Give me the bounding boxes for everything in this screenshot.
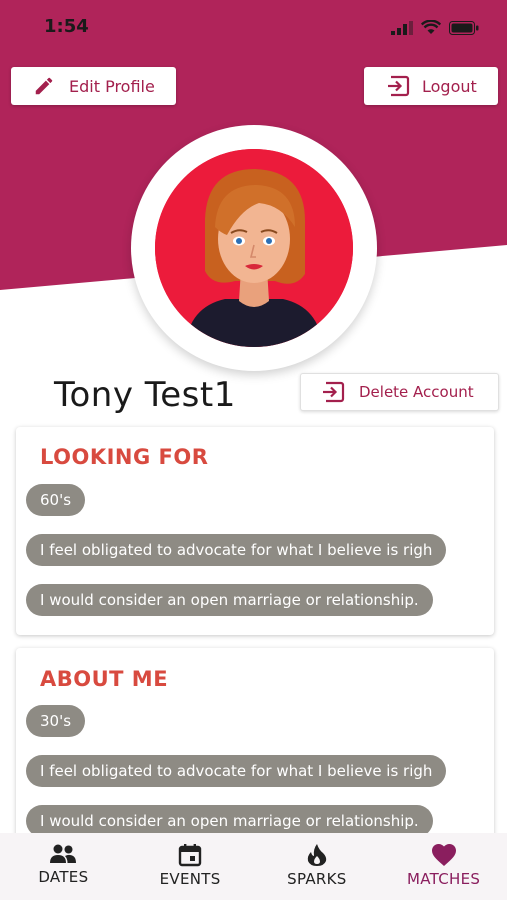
status-icons [391, 20, 479, 35]
about-me-chip-advocate: I feel obligated to advocate for what I … [26, 755, 447, 787]
signal-icon [391, 20, 413, 35]
looking-for-chip-age: 60's [26, 484, 86, 516]
people-icon [50, 844, 77, 863]
flame-icon [307, 844, 327, 866]
battery-icon [449, 20, 479, 35]
about-me-chip-age: 30's [26, 705, 86, 737]
logout-button[interactable]: Logout [364, 67, 498, 105]
edit-profile-button[interactable]: Edit Profile [11, 67, 176, 105]
nav-label-events: EVENTS [159, 870, 221, 888]
delete-account-icon [323, 381, 345, 403]
avatar[interactable] [155, 149, 353, 347]
looking-for-card: LOOKING FOR 60's I feel obligated to adv… [16, 427, 494, 635]
nav-item-dates[interactable]: DATES [0, 833, 127, 900]
status-bar: 1:54 [0, 0, 507, 56]
wifi-icon [421, 20, 441, 34]
profile-name: Tony Test1 [54, 375, 236, 415]
avatar-illustration [155, 149, 353, 347]
logout-icon [388, 75, 410, 97]
nav-item-events[interactable]: EVENTS [127, 833, 254, 900]
bottom-nav: DATES EVENTS SPARKS MATCHES [0, 833, 507, 900]
nav-item-sparks[interactable]: SPARKS [254, 833, 381, 900]
pencil-icon [35, 77, 53, 95]
looking-for-chip-advocate: I feel obligated to advocate for what I … [26, 534, 447, 566]
about-me-card: ABOUT ME 30's I feel obligated to advoca… [16, 648, 494, 848]
status-time: 1:54 [44, 16, 89, 37]
looking-for-title: LOOKING FOR [40, 445, 209, 469]
looking-for-chip-open-relationship: I would consider an open marriage or rel… [26, 584, 433, 616]
nav-label-matches: MATCHES [407, 870, 481, 888]
about-me-title: ABOUT ME [40, 667, 169, 691]
nav-label-dates: DATES [38, 868, 89, 886]
edit-profile-label: Edit Profile [69, 76, 155, 96]
heart-icon [431, 844, 456, 866]
delete-account-label: Delete Account [359, 383, 474, 401]
nav-label-sparks: SPARKS [287, 870, 347, 888]
profile-screen: 1:54 Edit Profile Logout Tony Test1 Dele… [0, 0, 507, 900]
logout-label: Logout [422, 76, 477, 96]
nav-item-matches[interactable]: MATCHES [380, 833, 507, 900]
calendar-icon [178, 844, 202, 867]
delete-account-button[interactable]: Delete Account [300, 373, 499, 411]
